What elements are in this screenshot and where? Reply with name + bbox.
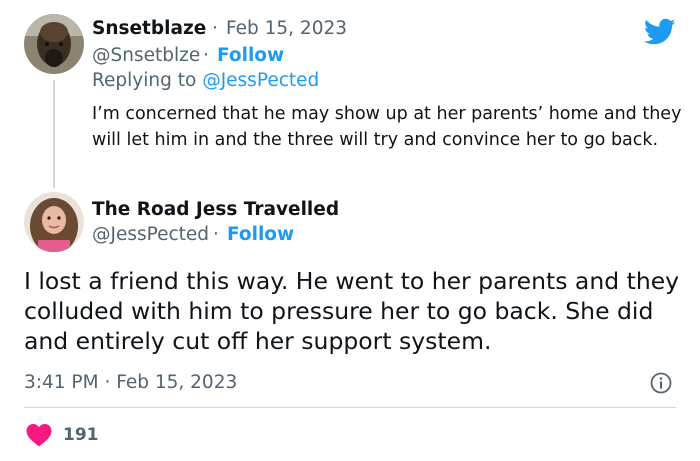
reply-author-handle[interactable]: @Snsetblze (92, 45, 200, 66)
thread-connector-line (53, 80, 55, 188)
reply-text: I’m concerned that he may show up at her… (92, 104, 682, 150)
replying-to-prefix: Replying to (92, 70, 197, 91)
tweet-handle-separator: · (213, 224, 219, 245)
twitter-bird-icon[interactable] (644, 18, 676, 46)
like-count[interactable]: 191 (63, 425, 99, 445)
reply-separator: · (212, 18, 218, 39)
reply-date[interactable]: Feb 15, 2023 (226, 18, 347, 39)
tweet-timestamp[interactable]: 3:41 PM · Feb 15, 2023 (24, 372, 237, 393)
replying-to-line: Replying to @JessPected (92, 70, 319, 91)
reply-follow-button[interactable]: Follow (217, 45, 284, 66)
tweet-author-name[interactable]: The Road Jess Travelled (92, 199, 339, 220)
reply-author-name[interactable]: Snsetblaze (92, 18, 206, 39)
tweet-time[interactable]: 3:41 PM (24, 372, 99, 393)
heart-icon[interactable] (26, 423, 52, 447)
info-icon[interactable] (650, 372, 672, 394)
reply-handle-separator: · (203, 45, 209, 66)
tweet-text: I lost a friend this way. He went to her… (24, 267, 680, 355)
tweet-author-avatar[interactable] (24, 192, 84, 252)
tweet-divider (24, 407, 676, 408)
tweet-timestamp-separator: · (104, 372, 111, 393)
tweet-author-handle[interactable]: @JessPected (92, 224, 209, 245)
tweet-date[interactable]: Feb 15, 2023 (116, 372, 237, 393)
reply-author-avatar[interactable] (24, 14, 84, 74)
tweet-follow-button[interactable]: Follow (227, 224, 294, 245)
replying-to-handle[interactable]: @JessPected (202, 70, 319, 91)
